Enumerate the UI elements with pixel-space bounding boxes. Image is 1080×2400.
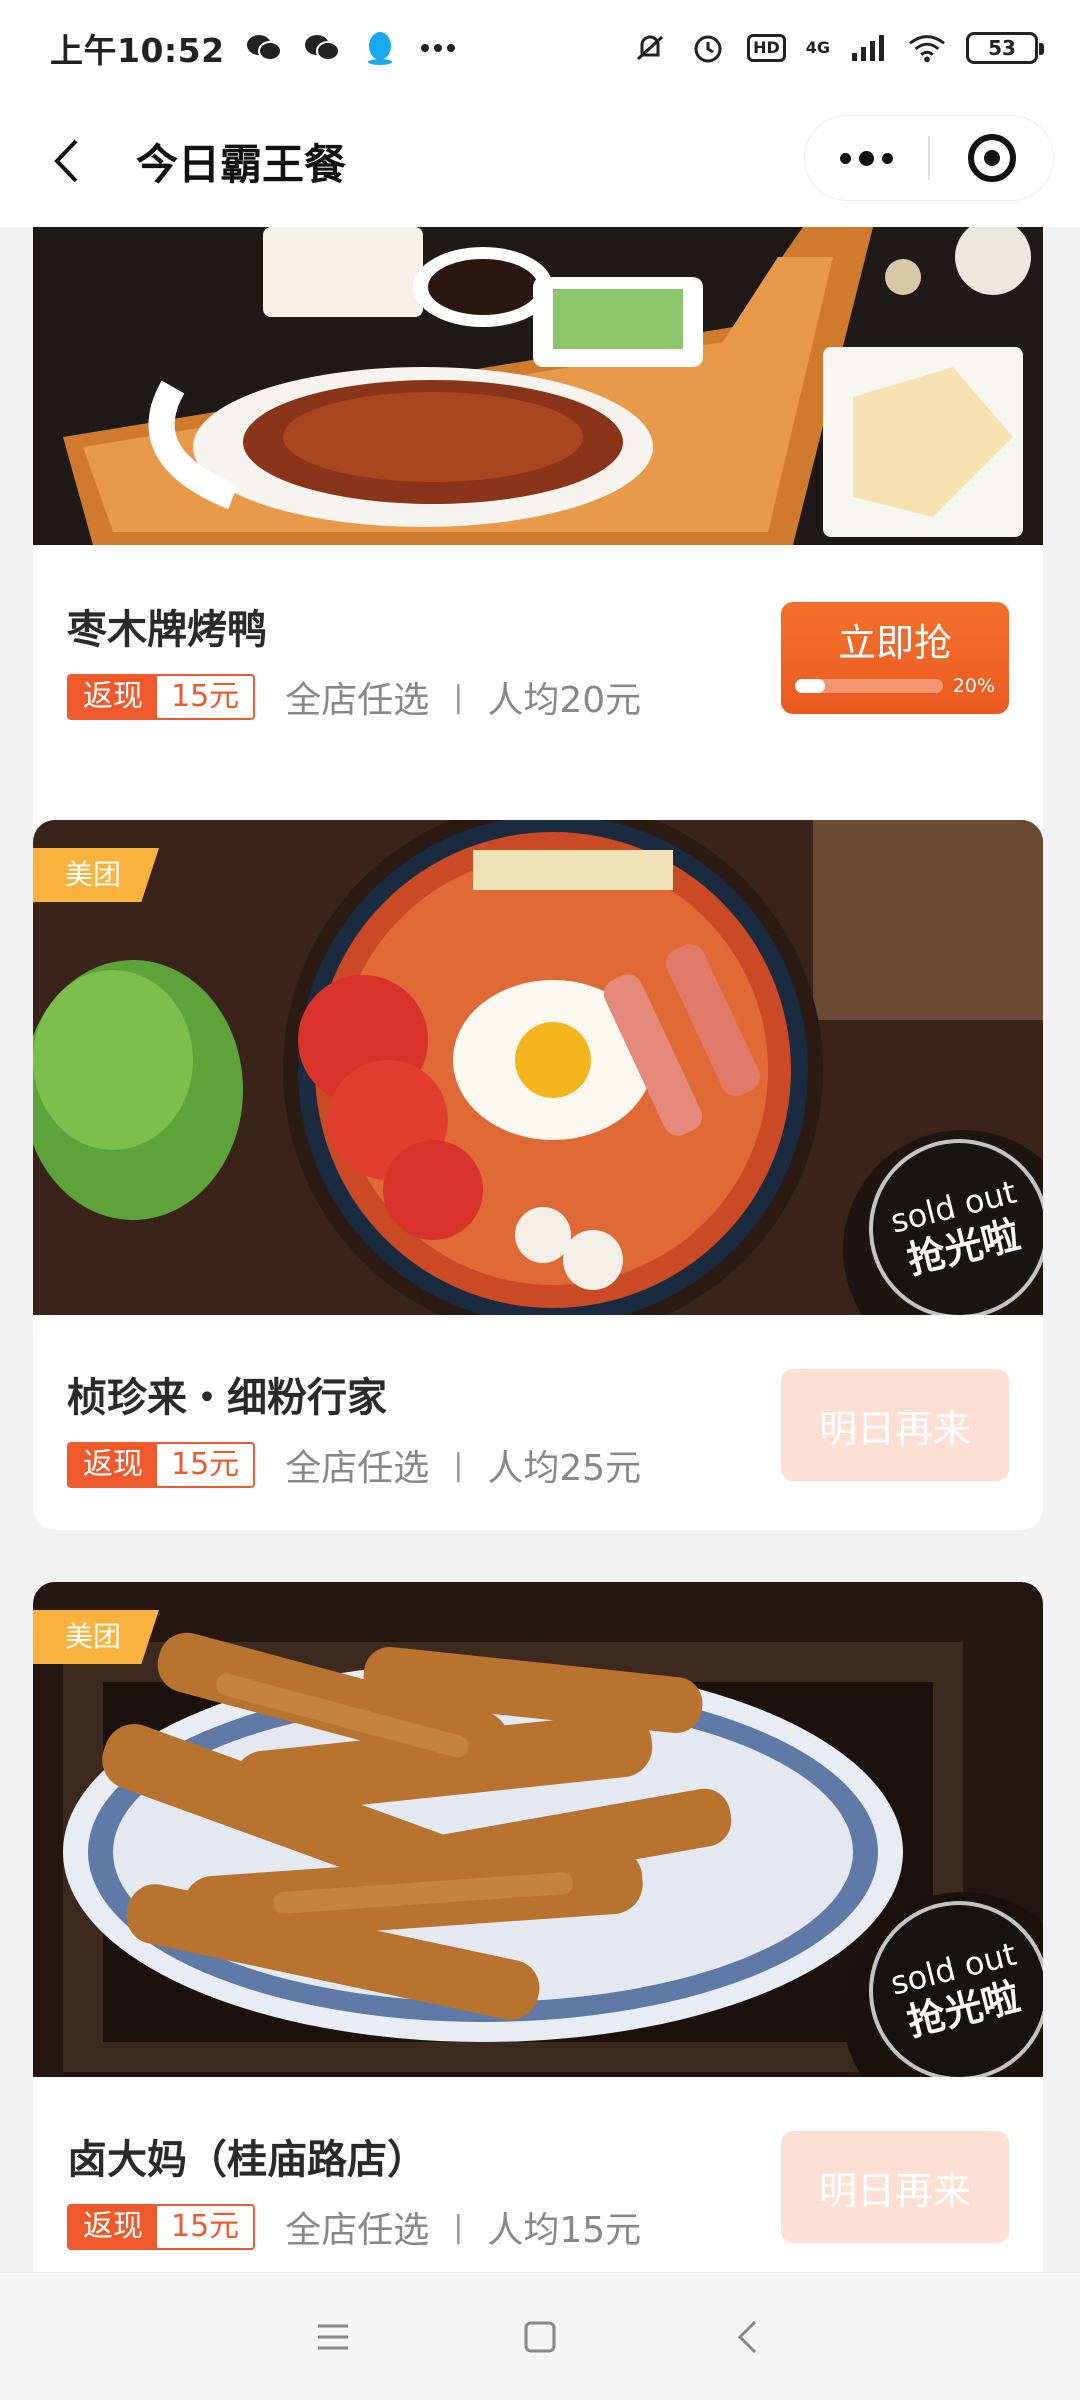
meta-separator: | [453,1447,464,1483]
wifi-icon [908,32,946,64]
deal-scope: 全店任选 [285,680,430,721]
come-back-tomorrow-button[interactable]: 明日再来 [781,2131,1009,2243]
cashback-amount: 15元 [157,676,254,718]
deal-scope: 全店任选 [285,2210,430,2251]
more-button[interactable] [805,116,928,200]
menu-icon [318,2324,349,2349]
shop-name: 桢珍来・细粉行家 [67,1375,387,1421]
system-navigation-bar [0,2272,1080,2400]
deal-scope: 全店任选 [285,1448,430,1489]
page-title: 今日霸王餐 [136,139,347,189]
miniprogram-capsule [804,115,1054,201]
dish-photo: 美团 sold out 抢光啦 [33,1582,1043,2077]
avg-price: 人均20元 [487,680,642,721]
meituan-badge: 美团 [33,848,160,902]
deal-list[interactable]: 枣木牌烤鸭 返现 15元 全店任选 | 人均20元 立即抢 20% 美团 sol… [0,227,1080,2272]
progress-percent: 20% [952,674,995,697]
cashback-label: 返现 [69,1444,157,1486]
chevron-left-icon [54,139,78,183]
deal-meta: 返现 15元 全店任选 | 人均15元 [67,2201,641,2253]
nav-bar: 今日霸王餐 [0,95,1080,227]
more-dots-icon [840,150,893,166]
dish-photo [33,227,1043,545]
cashback-tag: 返现 15元 [67,674,256,720]
cashback-amount: 15元 [157,1444,254,1486]
deal-card[interactable]: 美团 sold out 抢光啦 桢珍来・细粉行家 返现 15元 全店任选 | 人… [33,820,1043,1530]
deal-meta: 返现 15元 全店任选 | 人均20元 [67,671,641,723]
home-square-icon [524,2321,556,2352]
meta-separator: | [453,2209,464,2245]
deal-info: 桢珍来・细粉行家 返现 15元 全店任选 | 人均25元 明日再来 [33,1315,1043,1527]
qq-icon [361,31,399,65]
shop-name: 卤大妈（桂庙路店） [67,2137,427,2183]
come-back-tomorrow-button[interactable]: 明日再来 [781,1369,1009,1481]
avg-price: 人均25元 [487,1448,642,1489]
meituan-badge: 美团 [33,1610,160,1664]
come-back-tomorrow-label: 明日再来 [818,1406,971,1451]
home-button[interactable] [508,2305,572,2369]
progress-track [795,678,943,693]
dish-photo: 美团 sold out 抢光啦 [33,820,1043,1315]
system-back-button[interactable] [715,2305,779,2369]
cashback-tag: 返现 15元 [67,2204,256,2250]
deal-info: 枣木牌烤鸭 返现 15元 全店任选 | 人均20元 立即抢 20% [33,545,1043,757]
close-miniprogram-button[interactable] [930,116,1053,200]
grab-now-label: 立即抢 [837,620,952,665]
grab-progress: 20% [795,675,995,697]
hd-icon: HD [747,33,786,62]
status-bar: 上午10:52 HD 4G 53 [0,0,1080,95]
wechat-icon [303,32,341,64]
more-notifications-icon [419,32,457,64]
network-type: 4G [805,37,830,57]
come-back-tomorrow-label: 明日再来 [818,2168,971,2213]
wechat-icon [245,32,283,64]
avg-price: 人均15元 [487,2210,642,2251]
progress-fill [795,678,825,693]
cashback-label: 返现 [69,2206,157,2248]
back-arrow-icon [737,2320,756,2353]
cashback-tag: 返现 15元 [67,1442,256,1488]
grab-now-button[interactable]: 立即抢 20% [781,602,1009,714]
signal-icon [850,32,888,64]
deal-info: 卤大妈（桂庙路店） 返现 15元 全店任选 | 人均15元 明日再来 [33,2077,1043,2272]
deal-card[interactable]: 美团 sold out 抢光啦 卤大妈（桂庙路店） 返现 15元 全店任选 | … [33,1582,1043,2272]
cashback-amount: 15元 [157,2206,254,2248]
back-button[interactable] [36,131,96,191]
cashback-label: 返现 [69,676,157,718]
shop-name: 枣木牌烤鸭 [67,607,267,653]
deal-meta: 返现 15元 全店任选 | 人均25元 [67,1439,641,1491]
status-time: 上午10:52 [50,30,225,70]
meta-separator: | [453,679,464,715]
battery-icon: 53 [966,31,1044,64]
target-icon [967,134,1016,182]
recent-apps-button[interactable] [301,2305,365,2369]
mute-icon [631,32,669,64]
alarm-icon [689,32,727,64]
